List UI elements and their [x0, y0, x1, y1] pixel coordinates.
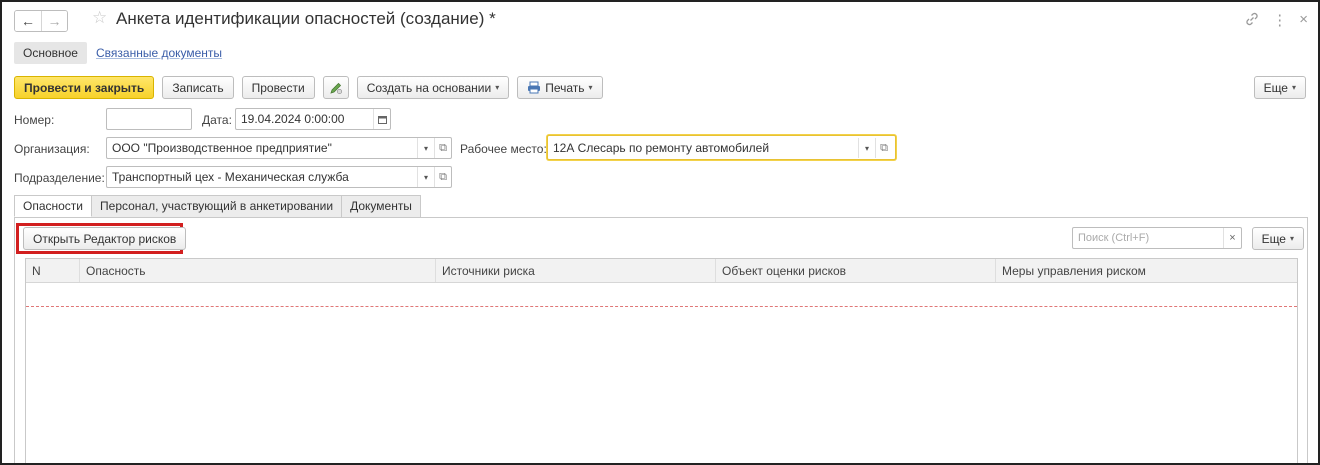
division-label: Подразделение: [14, 171, 105, 185]
caret-down-icon: ▾ [588, 83, 593, 92]
column-header-risk-measures[interactable]: Меры управления риском [996, 259, 1297, 282]
printer-icon [528, 81, 541, 94]
organization-label: Организация: [14, 142, 90, 156]
organization-value: ООО "Производственное предприятие" [112, 141, 332, 155]
tab-personnel[interactable]: Персонал, участвующий в анкетировании [91, 195, 343, 217]
tab-hazards[interactable]: Опасности [14, 195, 93, 217]
favorite-star-icon[interactable]: ☆ [92, 8, 107, 28]
search-input[interactable]: Поиск (Ctrl+F) × [1072, 227, 1242, 249]
save-button[interactable]: Записать [162, 76, 234, 99]
post-button[interactable]: Провести [241, 76, 315, 99]
date-label: Дата: [202, 113, 232, 127]
post-and-close-button[interactable]: Провести и закрыть [14, 76, 155, 99]
edit-button[interactable] [322, 76, 349, 99]
pencil-icon [330, 82, 342, 94]
caret-down-icon: ▾ [495, 83, 500, 92]
dropdown-arrow-icon[interactable]: ▾ [417, 167, 434, 187]
division-value: Транспортный цех - Механическая служба [112, 170, 349, 184]
calendar-icon[interactable] [373, 109, 390, 129]
section-links: Основное Связанные документы [14, 42, 231, 64]
page-title: Анкета идентификации опасностей (создани… [116, 9, 496, 28]
table-header: N Опасность Источники риска Объект оценк… [26, 259, 1297, 283]
more-vert-icon[interactable]: ⋮ [1272, 11, 1287, 31]
tab-bar: Опасности Персонал, участвующий в анкети… [14, 195, 421, 217]
search-placeholder: Поиск (Ctrl+F) [1078, 232, 1150, 244]
title-bar: ← → ☆ Анкета идентификации опасностей (с… [2, 2, 1318, 38]
organization-field[interactable]: ООО "Производственное предприятие" ▾ ⧉ [106, 137, 452, 159]
open-item-icon[interactable]: ⧉ [875, 138, 892, 158]
tab-documents[interactable]: Документы [341, 195, 421, 217]
window-tools: ⋮ × [1244, 11, 1308, 31]
date-field[interactable]: 19.04.2024 0:00:00 [235, 108, 391, 130]
table-more-button[interactable]: Еще ▾ [1251, 227, 1304, 250]
dropdown-arrow-icon[interactable]: ▾ [417, 138, 434, 158]
clear-icon[interactable]: × [1223, 228, 1241, 248]
column-header-risk-object[interactable]: Объект оценки рисков [716, 259, 996, 282]
close-icon[interactable]: × [1299, 11, 1308, 31]
more-label: Еще [1261, 231, 1286, 246]
workplace-field[interactable]: 12А Слесарь по ремонту автомобилей ▾ ⧉ [547, 135, 896, 160]
section-related-documents[interactable]: Связанные документы [87, 42, 231, 64]
document-window: ← → ☆ Анкета идентификации опасностей (с… [0, 0, 1320, 465]
date-value: 19.04.2024 0:00:00 [241, 112, 345, 126]
open-item-icon[interactable]: ⧉ [434, 138, 451, 158]
more-label: Еще [1263, 80, 1288, 95]
hazards-table: N Опасность Источники риска Объект оценк… [25, 258, 1298, 463]
back-arrow-icon[interactable]: ← [15, 11, 41, 31]
number-field[interactable] [106, 108, 192, 130]
column-header-n[interactable]: N [26, 259, 80, 282]
section-main[interactable]: Основное [14, 42, 87, 64]
workplace-value: 12А Слесарь по ремонту автомобилей [553, 140, 770, 155]
open-risk-editor-button[interactable]: Открыть Редактор рисков [23, 227, 187, 250]
nav-buttons: ← → [14, 10, 68, 32]
create-based-on-button[interactable]: Создать на основании ▾ [356, 76, 510, 99]
forward-arrow-icon[interactable]: → [41, 11, 67, 31]
print-button[interactable]: Печать ▾ [517, 76, 603, 99]
print-label: Печать [545, 80, 585, 95]
open-item-icon[interactable]: ⧉ [434, 167, 451, 187]
number-label: Номер: [14, 113, 55, 127]
column-header-hazard[interactable]: Опасность [80, 259, 436, 282]
table-row-separator [26, 306, 1297, 307]
workplace-label: Рабочее место: [460, 142, 547, 156]
command-bar: Провести и закрыть Записать Провести Соз… [14, 76, 603, 99]
dropdown-arrow-icon[interactable]: ▾ [858, 138, 875, 158]
create-based-on-label: Создать на основании [366, 80, 492, 95]
link-icon[interactable] [1244, 11, 1260, 31]
caret-down-icon: ▾ [1291, 83, 1296, 92]
more-actions-button[interactable]: Еще ▾ [1253, 76, 1306, 99]
division-field[interactable]: Транспортный цех - Механическая служба ▾… [106, 166, 452, 188]
column-header-risk-sources[interactable]: Источники риска [436, 259, 716, 282]
caret-down-icon: ▾ [1289, 234, 1294, 243]
